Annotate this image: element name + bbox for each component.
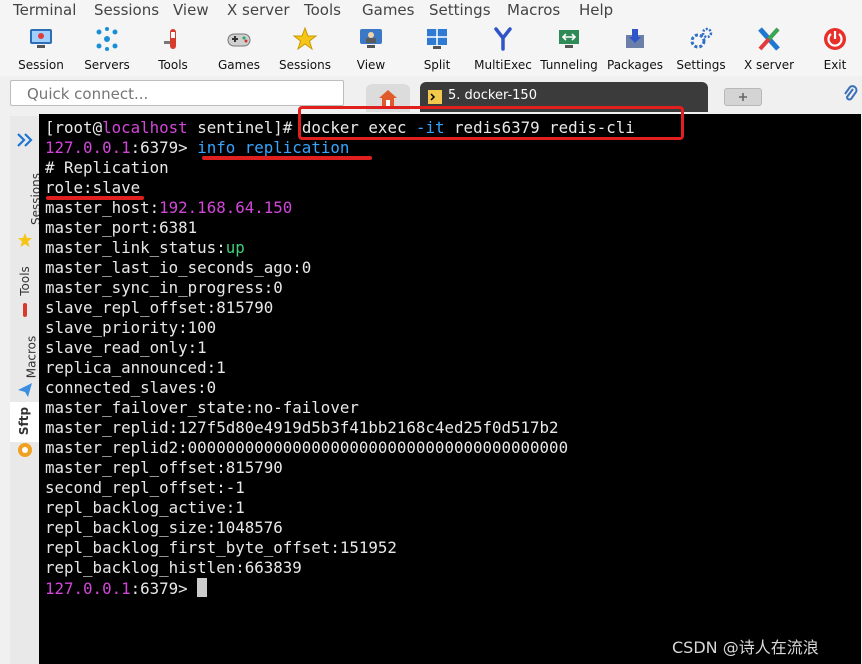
info-line: repl_backlog_histlen:663839 [45, 558, 302, 577]
split-button[interactable]: Split [404, 24, 470, 72]
session-monitor-icon [30, 29, 52, 48]
terminal-output: [root@localhost sentinel]# docker exec -… [45, 118, 635, 598]
quick-connect-box [10, 80, 344, 106]
link-status-value: up [225, 238, 245, 257]
menu-settings[interactable]: Settings [429, 1, 491, 19]
info-line: slave_priority:100 [45, 318, 217, 337]
csdn-watermark: CSDN @诗人在流浪 [672, 638, 819, 657]
redis-command-line: 127.0.0.1:6379> info replication [45, 138, 635, 158]
info-line: master_port:6381 [45, 218, 198, 237]
prompt-dir: sentinel [187, 118, 274, 137]
menu-games[interactable]: Games [362, 1, 414, 19]
menu-terminal[interactable]: Terminal [13, 1, 76, 19]
x-server-icon [758, 27, 780, 51]
underline-role-slave [46, 196, 144, 200]
tunneling-icon [559, 30, 579, 48]
multiexec-button[interactable]: MultiExec [470, 24, 536, 72]
games-button[interactable]: Games [206, 24, 272, 72]
info-line: connected_slaves:0 [45, 378, 217, 397]
settings-button[interactable]: Settings [668, 24, 734, 72]
redis-prompt-ip: 127.0.0.1 [45, 579, 131, 598]
menu-view[interactable]: View [173, 1, 209, 19]
underline-info-replication [202, 156, 372, 160]
menu-macros[interactable]: Macros [507, 1, 560, 19]
highlight-box-command [298, 106, 684, 140]
menu-tools[interactable]: Tools [304, 1, 341, 19]
side-tab-macros[interactable]: Macros [10, 328, 39, 388]
settings-gears-icon [690, 27, 713, 49]
gamepad-icon [227, 33, 251, 47]
star-icon [292, 26, 318, 51]
info-line: # Replication [45, 158, 169, 177]
info-line: master_host:192.168.64.150 [45, 198, 635, 218]
split-screen-icon [427, 29, 447, 49]
view-user-icon [360, 29, 382, 48]
sftp-icon [18, 443, 32, 457]
menu-x-server[interactable]: X server [227, 1, 290, 19]
plus-icon [739, 93, 747, 101]
master-host-value: 192.168.64.150 [159, 198, 293, 217]
info-line: slave_read_only:1 [45, 338, 207, 357]
multiexec-fork-icon [494, 27, 512, 51]
info-key: master_link_status: [45, 238, 226, 257]
sessions-button[interactable]: Sessions [272, 24, 338, 72]
prompt-user: root [54, 118, 93, 137]
side-tab-tools[interactable]: Tools [10, 256, 39, 306]
redis-prompt-line: 127.0.0.1:6379> [45, 578, 635, 598]
home-icon [379, 90, 397, 106]
terminal-area[interactable]: [root@localhost sentinel]# docker exec -… [39, 114, 861, 664]
redis-prompt-port: :6379> [130, 579, 198, 598]
redis-prompt-ip: 127.0.0.1 [45, 138, 131, 157]
paperclip-icon[interactable] [842, 84, 858, 104]
exit-button[interactable]: Exit [802, 24, 862, 72]
new-tab-button[interactable] [724, 88, 762, 106]
info-line: repl_backlog_active:1 [45, 498, 245, 517]
tools-icon [164, 29, 176, 49]
info-line: slave_repl_offset:815790 [45, 298, 274, 317]
info-line: second_repl_offset:-1 [45, 478, 245, 497]
info-line: master_sync_in_progress:0 [45, 278, 283, 297]
tunneling-button[interactable]: Tunneling [536, 24, 602, 72]
info-line: replica_announced:1 [45, 358, 226, 377]
sessions-star-icon [18, 233, 32, 247]
info-line: master_link_status:up [45, 238, 635, 258]
left-side-panel: Sessions Tools Macros Sftp [10, 116, 43, 664]
power-icon [824, 28, 846, 50]
info-line: master_last_io_seconds_ago:0 [45, 258, 312, 277]
info-line-role: role:slave [45, 178, 141, 197]
toolbar: Session Servers Tools Games Sessions Vie… [0, 22, 862, 76]
info-key: master_host: [45, 198, 160, 217]
terminal-cursor [197, 578, 208, 597]
tools-button[interactable]: Tools [140, 24, 206, 72]
menu-bar: Terminal Sessions View X server Tools Ga… [0, 0, 862, 22]
side-tab-sessions[interactable]: Sessions [10, 172, 43, 232]
info-line: repl_backlog_size:1048576 [45, 518, 283, 537]
info-line: master_repl_offset:815790 [45, 458, 283, 477]
servers-button[interactable]: Servers [74, 24, 140, 72]
menu-help[interactable]: Help [579, 1, 613, 19]
session-button[interactable]: Session [8, 24, 74, 72]
redis-command: info replication [197, 138, 350, 157]
info-line: master_replid2:0000000000000000000000000… [45, 438, 569, 457]
info-line: master_failover_state:no-failover [45, 398, 359, 417]
info-line: master_replid:127f5d80e4919d5b3f41bb2168… [45, 418, 559, 437]
expand-chevron-icon[interactable] [16, 132, 34, 148]
terminal-tab-icon [428, 90, 442, 104]
packages-button[interactable]: Packages [602, 24, 668, 72]
view-button[interactable]: View [338, 24, 404, 72]
x-server-button[interactable]: X server [736, 24, 802, 72]
tools-side-icon [23, 303, 27, 317]
side-tab-sftp[interactable]: Sftp [10, 402, 39, 442]
servers-network-icon [96, 27, 118, 51]
prompt-host: localhost [102, 118, 188, 137]
info-line: repl_backlog_first_byte_offset:151952 [45, 538, 397, 557]
macros-send-icon [18, 383, 32, 397]
menu-sessions[interactable]: Sessions [94, 1, 159, 19]
quick-connect-input[interactable] [25, 82, 339, 106]
packages-icon [626, 29, 644, 48]
redis-prompt-port: :6379> [130, 138, 198, 157]
